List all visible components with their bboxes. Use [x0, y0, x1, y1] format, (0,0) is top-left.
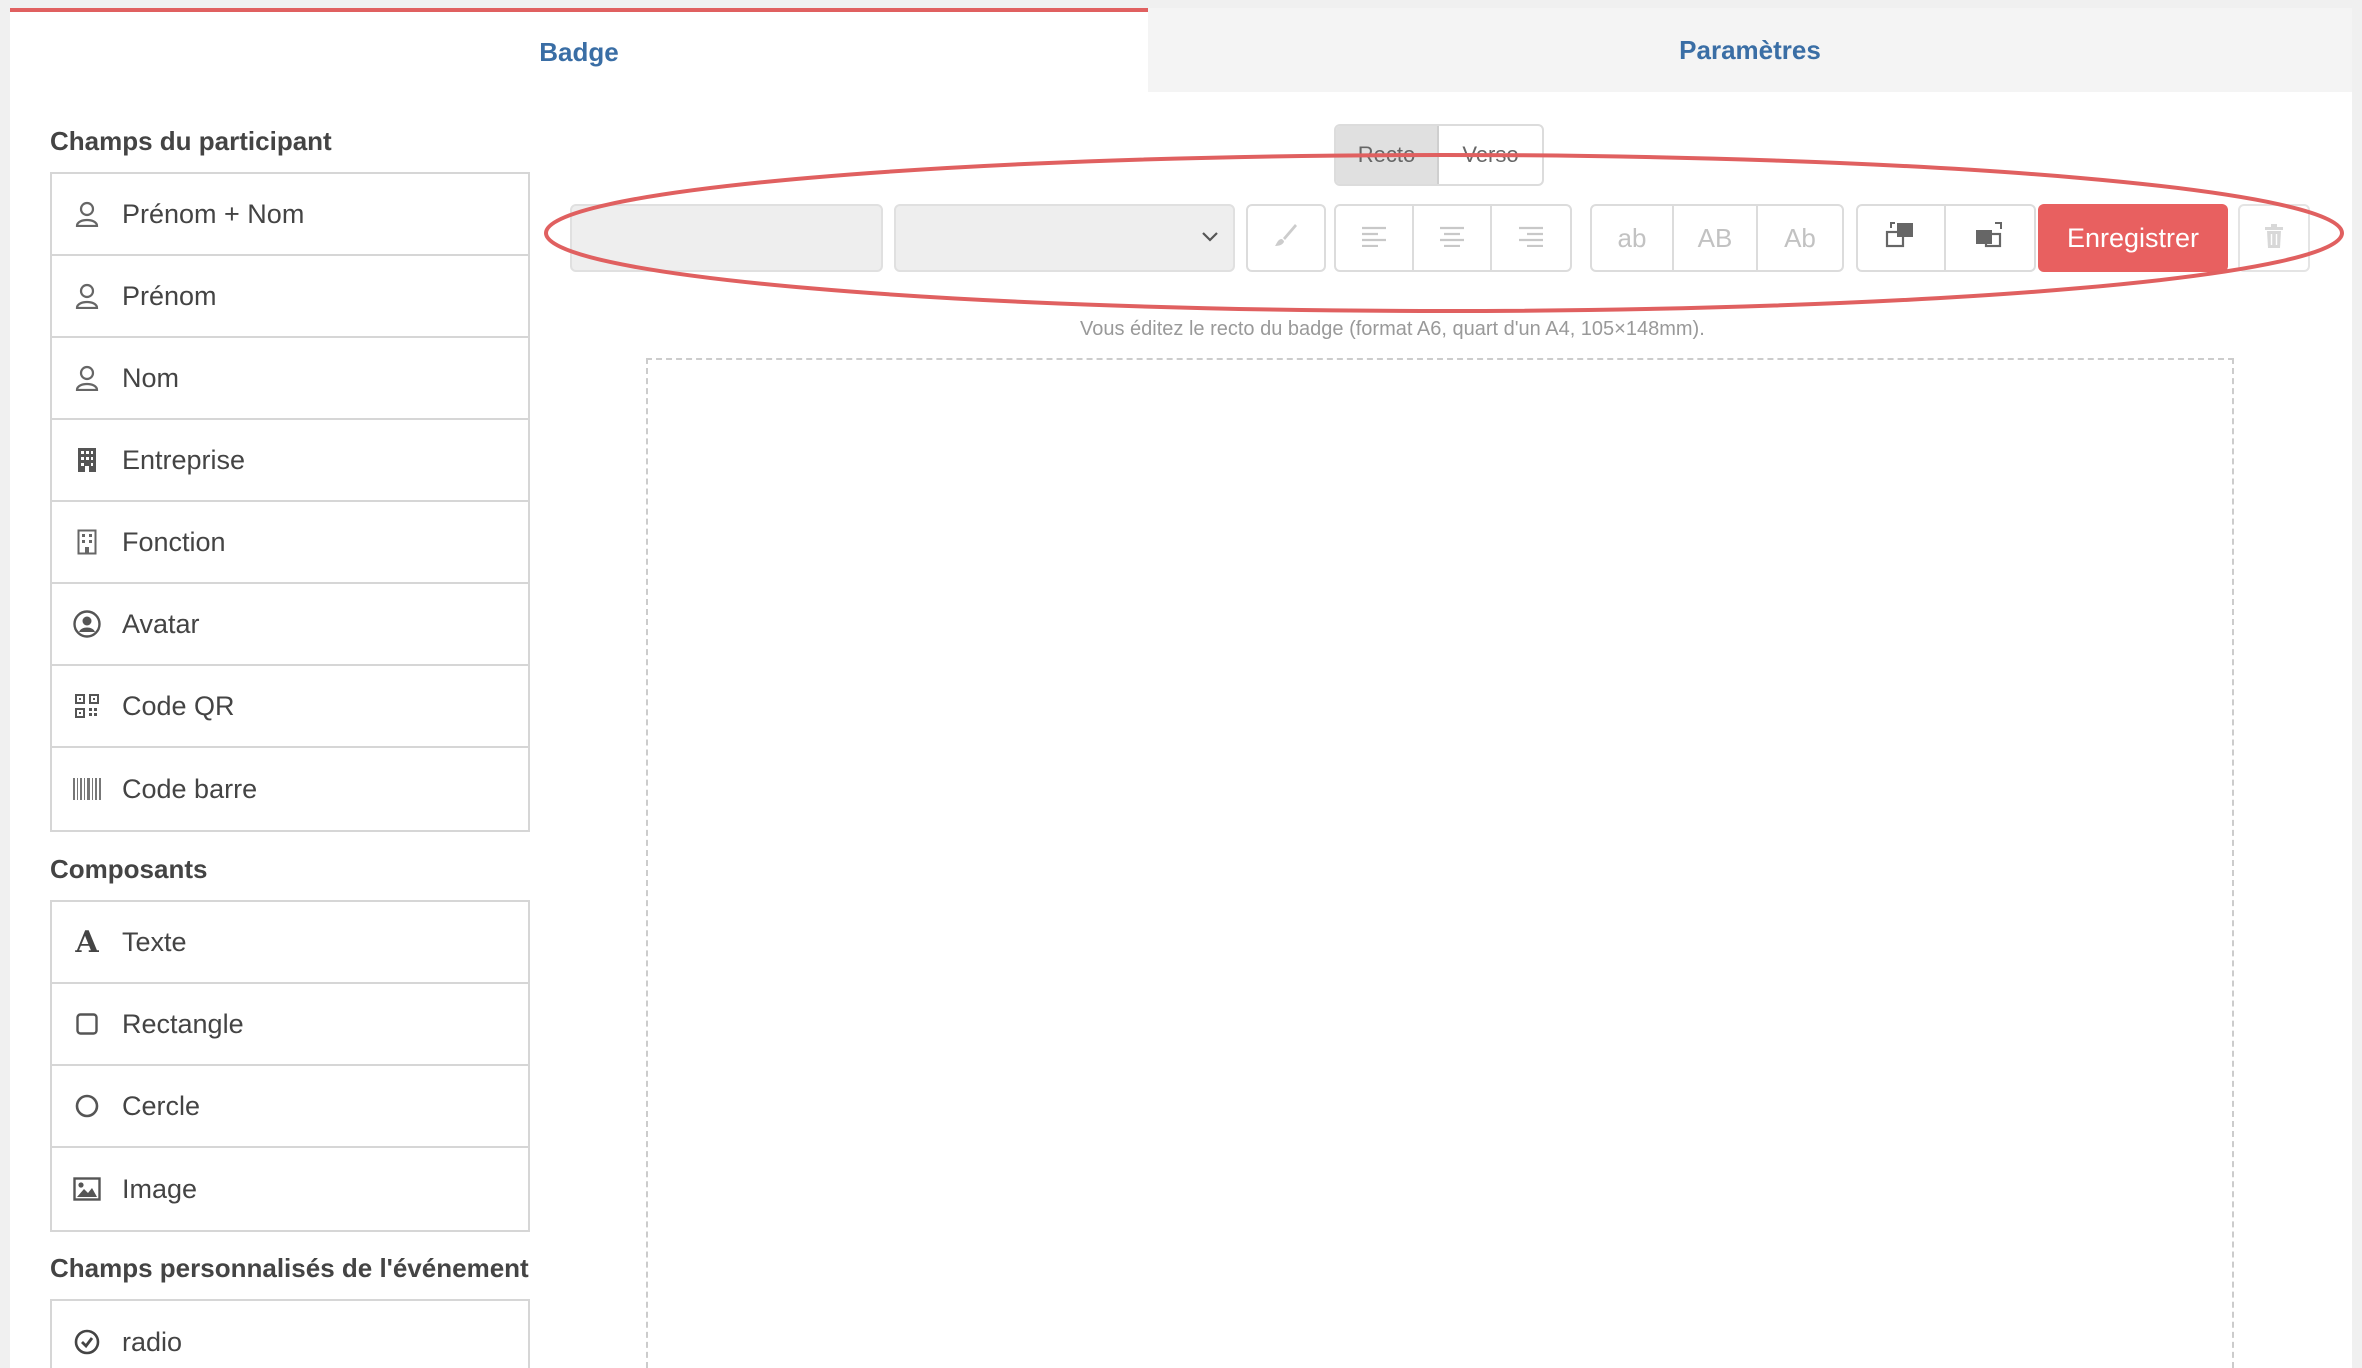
editor-info-text: Vous éditez le recto du badge (format A6…: [1080, 318, 1705, 340]
field-label: Fonction: [122, 526, 226, 557]
building-outline-icon: [72, 527, 102, 557]
field-label: Prénom: [122, 280, 217, 311]
components-title: Composants: [50, 854, 208, 884]
recto-button[interactable]: Recto: [1336, 126, 1439, 184]
bring-forward-icon: [1884, 220, 1918, 257]
capitalize-button[interactable]: Ab: [1758, 206, 1842, 270]
check-circle-icon: [72, 1327, 102, 1357]
layer-order-group: [1856, 204, 2036, 272]
align-right-button[interactable]: [1492, 206, 1570, 270]
field-label: Image: [122, 1173, 198, 1204]
field-label: Code QR: [122, 690, 235, 721]
user-icon: [72, 199, 102, 229]
field-label: radio: [122, 1326, 183, 1357]
field-label: Rectangle: [122, 1008, 244, 1039]
badge-canvas[interactable]: [646, 358, 2234, 1368]
field-label: Avatar: [122, 608, 200, 639]
field-fonction[interactable]: Fonction: [52, 502, 528, 584]
verso-button[interactable]: Verso: [1439, 126, 1542, 184]
send-backward-button[interactable]: [1946, 206, 2034, 270]
tab-parametres[interactable]: Paramètres: [1148, 8, 2352, 92]
align-left-button[interactable]: [1336, 206, 1414, 270]
field-label: Prénom + Nom: [122, 198, 305, 229]
brush-icon: [1273, 222, 1299, 255]
trash-icon: [2264, 223, 2284, 253]
field-label: Cercle: [122, 1090, 201, 1121]
image-icon: [72, 1174, 102, 1204]
field-prenom-nom[interactable]: Prénom + Nom: [52, 174, 528, 256]
participant-fields-list: Prénom + Nom Prénom Nom Entreprise Fonct…: [50, 172, 530, 832]
text-icon: A: [75, 924, 99, 960]
lowercase-button[interactable]: ab: [1592, 206, 1674, 270]
send-backward-icon: [1973, 220, 2007, 257]
building-icon: [72, 445, 102, 475]
bring-forward-button[interactable]: [1858, 206, 1946, 270]
field-code-qr[interactable]: Code QR: [52, 666, 528, 748]
component-cercle[interactable]: Cercle: [52, 1066, 528, 1148]
components-list: A Texte Rectangle Cercle Image: [50, 900, 530, 1232]
field-label: Nom: [122, 362, 180, 393]
uppercase-button[interactable]: AB: [1674, 206, 1758, 270]
avatar-icon: [72, 609, 102, 639]
participant-fields-title: Champs du participant: [50, 126, 332, 156]
delete-button[interactable]: [2238, 204, 2310, 272]
align-center-icon: [1438, 223, 1466, 254]
component-rectangle[interactable]: Rectangle: [52, 984, 528, 1066]
user-icon: [72, 281, 102, 311]
rectangle-icon: [72, 1009, 102, 1039]
field-entreprise[interactable]: Entreprise: [52, 420, 528, 502]
field-label: Entreprise: [122, 444, 246, 475]
field-avatar[interactable]: Avatar: [52, 584, 528, 666]
component-texte[interactable]: A Texte: [52, 902, 528, 984]
side-toggle: Recto Verso: [1334, 124, 1544, 186]
user-icon: [72, 363, 102, 393]
barcode-icon: [72, 774, 102, 804]
align-right-icon: [1517, 223, 1545, 254]
field-prenom[interactable]: Prénom: [52, 256, 528, 338]
align-center-button[interactable]: [1414, 206, 1492, 270]
field-label: Texte: [122, 926, 187, 957]
component-image[interactable]: Image: [52, 1148, 528, 1230]
align-group: [1334, 204, 1572, 272]
chevron-down-icon: [1201, 230, 1219, 248]
text-case-group: ab AB Ab: [1590, 204, 1844, 272]
color-button[interactable]: [1248, 206, 1324, 270]
qr-code-icon: [72, 691, 102, 721]
custom-fields-title: Champs personnalisés de l'événement: [50, 1253, 529, 1283]
custom-fields-list: radio: [50, 1299, 530, 1368]
field-label: Code barre: [122, 773, 258, 804]
font-input[interactable]: [570, 204, 883, 272]
tab-badge[interactable]: Badge: [10, 8, 1148, 92]
custom-field-radio[interactable]: radio: [52, 1301, 528, 1368]
align-left-icon: [1360, 223, 1388, 254]
color-group: [1246, 204, 1326, 272]
circle-icon: [72, 1091, 102, 1121]
field-code-barre[interactable]: Code barre: [52, 748, 528, 830]
badge-editor-page: Badge Paramètres Champs du participant P…: [10, 8, 2352, 1368]
save-button[interactable]: Enregistrer: [2038, 204, 2228, 272]
tab-bar: Badge Paramètres: [10, 8, 2352, 92]
field-nom[interactable]: Nom: [52, 338, 528, 420]
font-size-select[interactable]: [894, 204, 1235, 272]
